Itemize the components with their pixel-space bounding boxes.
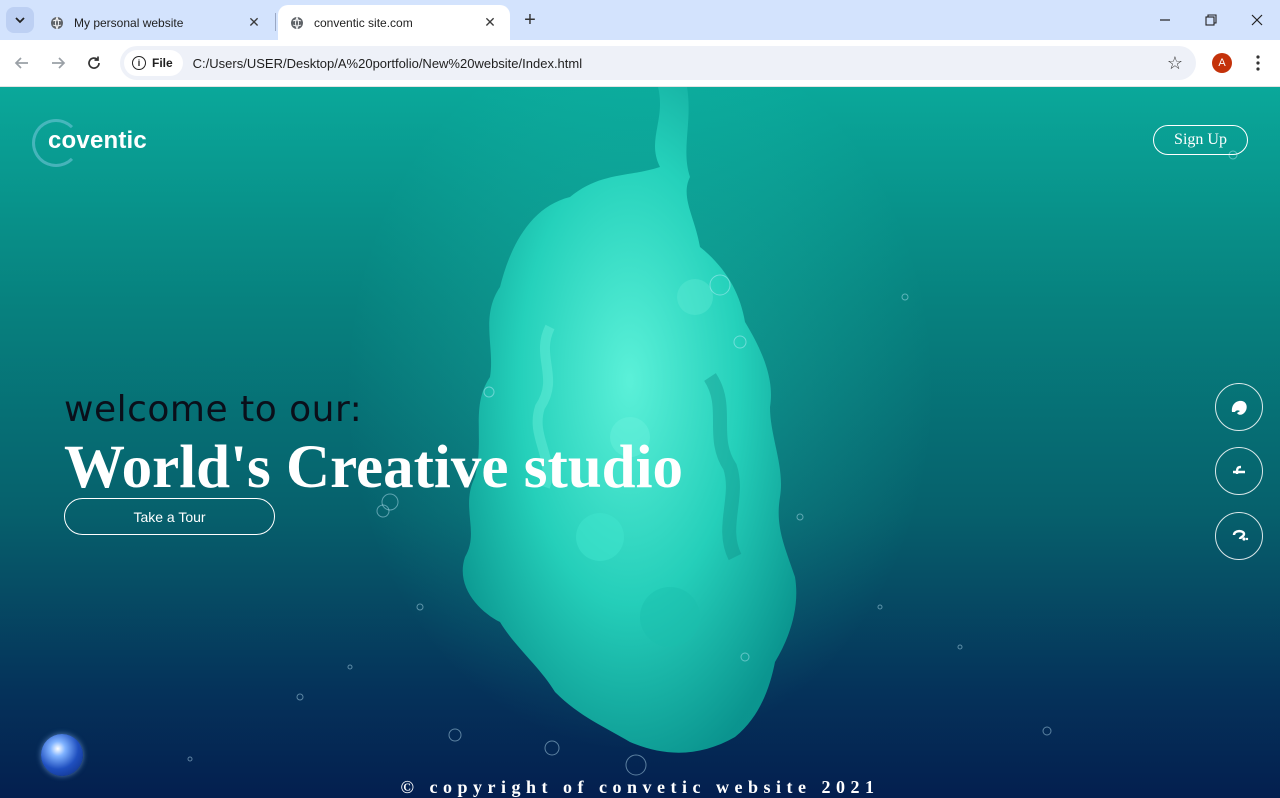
copyright-text: © copyright of convetic website 2021 [400, 777, 880, 797]
chevron-down-icon [15, 17, 25, 24]
tab-strip: My personal website ✕ conventic site.com… [0, 0, 1280, 40]
sign-up-button[interactable]: Sign Up [1153, 125, 1248, 155]
url-text[interactable]: C:/Users/USER/Desktop/A%20portfolio/New%… [193, 56, 582, 71]
scroll-bubble-button[interactable] [41, 734, 83, 776]
arrow-left-icon[interactable] [8, 49, 36, 77]
logo-text: coventic [48, 127, 147, 154]
social-icon-3[interactable] [1215, 512, 1263, 560]
close-icon[interactable]: ✕ [482, 14, 498, 31]
star-icon[interactable]: ☆ [1164, 52, 1186, 74]
window-close-icon[interactable] [1234, 0, 1280, 40]
address-bar[interactable]: i File C:/Users/USER/Desktop/A%20portfol… [120, 46, 1196, 80]
welcome-text: welcome to our: [64, 389, 363, 430]
browser-toolbar: i File C:/Users/USER/Desktop/A%20portfol… [0, 40, 1280, 87]
tab-title: conventic site.com [314, 15, 413, 30]
tab-title: My personal website [74, 15, 184, 30]
arrow-right-icon[interactable] [44, 49, 72, 77]
close-icon[interactable]: ✕ [246, 14, 262, 31]
reload-icon[interactable] [80, 49, 108, 77]
kebab-menu-icon[interactable] [1246, 50, 1270, 76]
restore-icon[interactable] [1188, 0, 1234, 40]
avatar[interactable]: A [1212, 53, 1232, 73]
info-icon: i [132, 56, 146, 70]
site-logo[interactable]: coventic [30, 117, 147, 167]
take-a-tour-button[interactable]: Take a Tour [64, 498, 275, 535]
minimize-icon[interactable] [1142, 0, 1188, 40]
social-icon-1[interactable] [1215, 383, 1263, 431]
tab-my-personal-website[interactable]: My personal website ✕ [38, 5, 274, 40]
tab-conventic-site[interactable]: conventic site.com ✕ [278, 5, 510, 40]
facebook-icon[interactable] [1215, 447, 1263, 495]
tab-separator [275, 13, 276, 31]
page-viewport: coventic Sign Up welcome to our: World's… [0, 87, 1280, 798]
globe-icon [291, 16, 303, 29]
plus-icon[interactable]: + [518, 8, 542, 32]
hero-headline: World's Creative studio [64, 434, 684, 501]
chip-label: File [152, 56, 173, 70]
site-info-chip[interactable]: i File [124, 50, 183, 76]
tab-search-button[interactable] [6, 7, 34, 33]
globe-icon [51, 16, 63, 29]
